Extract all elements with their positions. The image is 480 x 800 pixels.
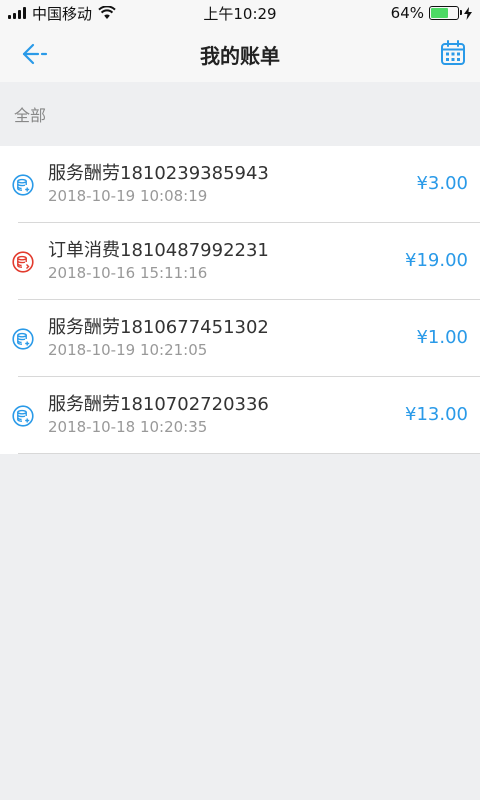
signal-icon: [8, 7, 26, 19]
status-bar: 中国移动 上午10:29 64%: [0, 0, 480, 26]
bill-time: 2018-10-19 10:21:05: [48, 341, 208, 359]
battery-fill: [431, 8, 448, 18]
bill-time: 2018-10-18 10:20:35: [48, 418, 208, 436]
bill-row[interactable]: 服务酬劳1810702720336 2018-10-18 10:20:35 ¥1…: [0, 377, 480, 454]
page-title: 我的账单: [200, 43, 280, 68]
bill-title: 服务酬劳1810702720336: [48, 394, 269, 415]
bill-title: 服务酬劳1810239385943: [48, 163, 269, 184]
income-coin-icon: [12, 174, 34, 196]
bill-time: 2018-10-19 10:08:19: [48, 187, 208, 205]
bill-time: 2018-10-16 15:11:16: [48, 264, 208, 282]
bill-list: 服务酬劳1810239385943 2018-10-19 10:08:19 ¥3…: [0, 146, 480, 454]
nav-bar: 我的账单: [0, 26, 480, 82]
bill-row[interactable]: 服务酬劳1810677451302 2018-10-19 10:21:05 ¥1…: [0, 300, 480, 377]
back-arrow-icon[interactable]: [20, 40, 50, 68]
income-coin-icon: [12, 328, 34, 350]
income-coin-icon: [12, 405, 34, 427]
bill-row[interactable]: 服务酬劳1810239385943 2018-10-19 10:08:19 ¥3…: [0, 146, 480, 223]
row-divider: [18, 453, 480, 454]
bill-row[interactable]: 订单消费1810487992231 2018-10-16 15:11:16 ¥1…: [0, 223, 480, 300]
bill-amount: ¥19.00: [405, 250, 468, 271]
section-header: 全部: [0, 82, 480, 146]
battery-percent: 64%: [390, 4, 424, 22]
bill-amount: ¥13.00: [405, 404, 468, 425]
calendar-icon[interactable]: [438, 38, 468, 68]
bill-title: 服务酬劳1810677451302: [48, 317, 269, 338]
battery-icon: [429, 6, 462, 20]
section-label-all: 全部: [14, 106, 47, 125]
bill-amount: ¥3.00: [416, 173, 468, 194]
bolt-icon: [464, 6, 472, 20]
bill-title: 订单消费1810487992231: [48, 240, 269, 261]
bill-amount: ¥1.00: [416, 327, 468, 348]
expense-coin-icon: [12, 251, 34, 273]
carrier-label: 中国移动: [32, 4, 93, 23]
wifi-icon: [98, 6, 116, 19]
